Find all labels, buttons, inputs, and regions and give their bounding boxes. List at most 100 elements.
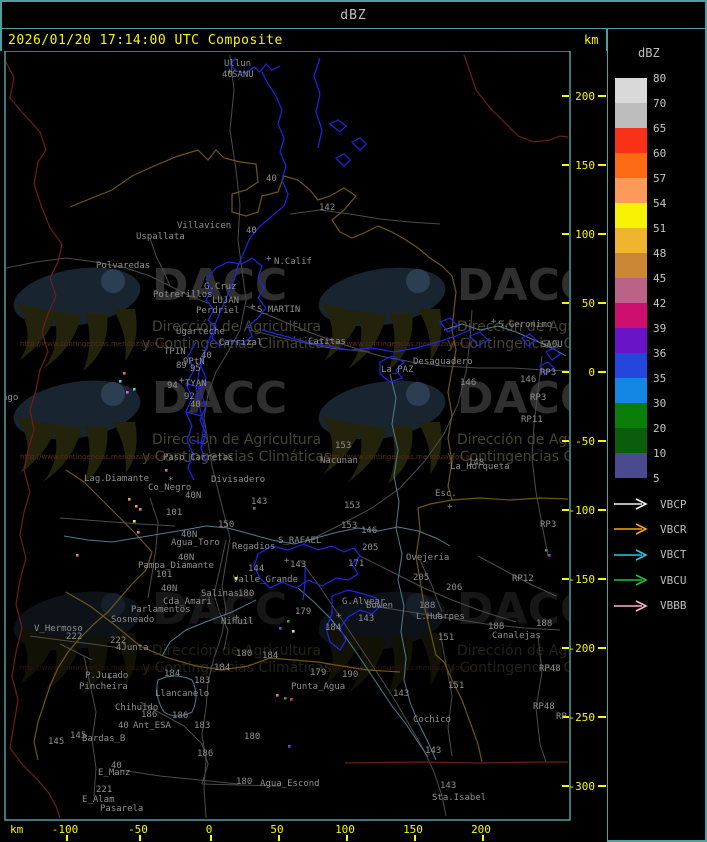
vector-label: VBCP: [660, 497, 687, 511]
map-label: RP48: [533, 702, 555, 712]
map-label: La_PAZ: [381, 365, 414, 375]
vector-label: VBCR: [660, 522, 687, 536]
map-label: Pasarela: [100, 804, 143, 814]
map-label: 184: [164, 669, 180, 679]
radar-map: DACCDirección de Agriculturay Contingenc…: [0, 51, 607, 842]
legend-scale-label: 35: [653, 372, 667, 385]
map-label: 40: [246, 226, 257, 236]
map-label: 143: [425, 746, 441, 756]
radar-echo-dot: [287, 620, 290, 623]
legend-title: dBZ: [638, 46, 660, 60]
legend-color-block: [615, 103, 647, 128]
legend-color-block: [615, 128, 647, 153]
map-label: 153: [341, 521, 357, 531]
radar-echo-dot: [133, 520, 136, 523]
right-axis-tick-label: -100: [569, 504, 596, 517]
map-label: +: [250, 302, 256, 312]
map-label: RP11: [521, 415, 543, 425]
map-label: 143: [290, 560, 306, 570]
map-label: +: [266, 254, 272, 264]
map-label: 142: [319, 203, 335, 213]
map-label: 95: [190, 364, 201, 374]
legend-color-block: [615, 453, 647, 478]
map-label: 221: [96, 785, 112, 795]
map-label: TYAN: [185, 379, 207, 389]
map-label: 150: [218, 520, 234, 530]
legend-scale-label: 51: [653, 222, 667, 235]
map-label: +: [284, 556, 290, 566]
radar-echo-dot: [137, 531, 140, 534]
map-label: S_RAFAEL: [278, 536, 321, 546]
map-label: Ugarteche: [176, 327, 225, 337]
right-axis-tick-label: -200: [569, 642, 596, 655]
map-label: RP: [556, 712, 567, 722]
map-label: TPIN: [164, 347, 186, 357]
radar-echo-dot: [276, 694, 279, 697]
legend-scale-label: 39: [653, 322, 667, 335]
legend-scale-label: 65: [653, 122, 667, 135]
radar-echo-dot: [288, 745, 291, 748]
map-label: Regadios: [232, 542, 275, 552]
vector-legend-row: VBBB: [612, 598, 704, 614]
map-label: Uspallata: [136, 232, 185, 242]
radar-echo-dot: [135, 505, 138, 508]
map-label: 186: [197, 749, 213, 759]
map-label: Punta_Agua: [291, 682, 345, 692]
right-axis-tick-label: 50: [582, 297, 595, 310]
map-label: 40: [118, 721, 129, 731]
map-label: 184: [214, 663, 230, 673]
vector-legend-row: VBCT: [612, 547, 704, 563]
map-label: 190: [342, 670, 358, 680]
bottom-axis-tick-label: -50: [128, 823, 148, 836]
right-axis-tick-label: -150: [569, 573, 596, 586]
map-label: 40: [190, 400, 201, 410]
legend-color-block: [615, 378, 647, 403]
map-label: LUJAN: [212, 296, 239, 306]
radar-echo-dot: [292, 630, 295, 633]
vector-label: VBBB: [660, 599, 687, 613]
map-label: Paso_Carretas: [163, 453, 233, 463]
map-label: 179: [310, 668, 326, 678]
map-label: Cochico: [413, 715, 451, 725]
radar-echo-dot: [126, 391, 129, 394]
map-label: +: [234, 613, 240, 623]
radar-echo-dot: [165, 469, 168, 472]
bottom-axis-tick-label: 200: [471, 823, 491, 836]
map-label: 143: [393, 689, 409, 699]
radar-echo-dot: [253, 507, 256, 510]
map-label: 144: [248, 564, 264, 574]
map-label: +: [436, 610, 442, 620]
map-label: 145: [70, 731, 86, 741]
title-bar: dBZ: [2, 2, 705, 29]
legend-color-block: [615, 203, 647, 228]
legend-color-block: [615, 303, 647, 328]
right-axis-tick-label: -50: [575, 435, 595, 448]
map-label: Divisadero: [211, 475, 265, 485]
map-label: Agua_Toro: [171, 538, 220, 548]
legend-scale-label: 36: [653, 347, 667, 360]
radar-echo-dot: [128, 498, 131, 501]
map-label: Villavicen: [177, 221, 231, 231]
vector-arrow-icon: [614, 498, 648, 510]
map-label: G.Cruz: [204, 282, 237, 292]
legend-color-block: [615, 253, 647, 278]
map-label: Catitas: [308, 337, 346, 347]
legend-color-block: [615, 403, 647, 428]
right-axis-tick-label: -250: [569, 711, 596, 724]
map-label: RP3: [530, 393, 546, 403]
legend-scale-label: 5: [653, 472, 660, 485]
map-label: 183: [194, 676, 210, 686]
map-label: RP48: [539, 664, 561, 674]
map-label: S_MARTIN: [257, 305, 300, 315]
map-label: S.Geronimo: [498, 320, 552, 330]
vector-arrow-icon: [614, 549, 648, 561]
vector-label: VBCT: [660, 548, 687, 562]
map-label: SAOU: [541, 340, 563, 350]
map-label: 148: [468, 458, 484, 468]
map-label: +: [227, 67, 233, 77]
map-label: SANU: [232, 70, 254, 80]
map-label: Ovejeria: [406, 553, 449, 563]
legend-color-block: [615, 428, 647, 453]
map-label: Nacunan: [320, 456, 358, 466]
right-axis-tick-label: 100: [575, 228, 595, 241]
